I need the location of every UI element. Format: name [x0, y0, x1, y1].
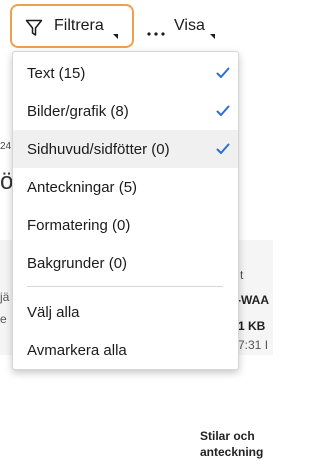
date-fragment: 24: [0, 141, 12, 152]
card-title-line: anteckning: [200, 445, 264, 459]
menu-item-formatting[interactable]: Formatering (0): [13, 206, 238, 244]
checkmark-icon: [216, 104, 230, 116]
deselect-all-button[interactable]: Avmarkera alla: [13, 331, 238, 369]
filter-icon: [25, 19, 43, 37]
show-button[interactable]: Visa: [140, 4, 226, 48]
filter-button[interactable]: Filtrera: [10, 4, 134, 48]
menu-item-label: Formatering (0): [27, 216, 131, 234]
filename-fragment: -WAA: [237, 293, 269, 307]
menu-item-images[interactable]: Bilder/grafik (8): [13, 92, 238, 130]
menu-item-backgrounds[interactable]: Bakgrunder (0): [13, 244, 238, 282]
page: 24 ör jä e t -WAA 1 KB 7:31 I Stilar och…: [0, 0, 273, 471]
row-fragment: jä: [0, 290, 10, 304]
menu-item-label: Anteckningar (5): [27, 178, 138, 196]
menu-item-label: Bilder/grafik (8): [27, 102, 129, 120]
menu-item-label: Välj alla: [27, 303, 80, 321]
menu-item-label: Bakgrunder (0): [27, 254, 128, 272]
column-fragment: t: [240, 268, 244, 282]
checkmark-icon: [216, 142, 230, 154]
toolbar: Filtrera Visa: [0, 0, 273, 50]
caret-icon: [210, 34, 215, 39]
filter-menu: Text (15) Bilder/grafik (8) Sidhuvud/sid…: [12, 51, 239, 370]
menu-divider: [27, 286, 223, 287]
caret-icon: [113, 34, 118, 39]
menu-item-label: Text (15): [27, 64, 86, 82]
filter-label: Filtrera: [54, 17, 104, 34]
more-icon: [146, 24, 166, 36]
file-size-fragment: 1 KB: [238, 319, 266, 333]
checkmark-icon: [216, 66, 230, 78]
menu-item-label: Sidhuvud/sidfötter (0): [27, 140, 170, 158]
menu-item-label: Avmarkera alla: [27, 341, 127, 359]
row-fragment: e: [0, 312, 7, 326]
time-fragment: 7:31 I: [238, 338, 269, 352]
menu-item-headers-footers[interactable]: Sidhuvud/sidfötter (0): [13, 130, 238, 168]
select-all-button[interactable]: Välj alla: [13, 293, 238, 331]
menu-item-text[interactable]: Text (15): [13, 54, 238, 92]
show-label: Visa: [174, 17, 205, 34]
card-title-line: Stilar och: [200, 429, 255, 443]
menu-item-notes[interactable]: Anteckningar (5): [13, 168, 238, 206]
